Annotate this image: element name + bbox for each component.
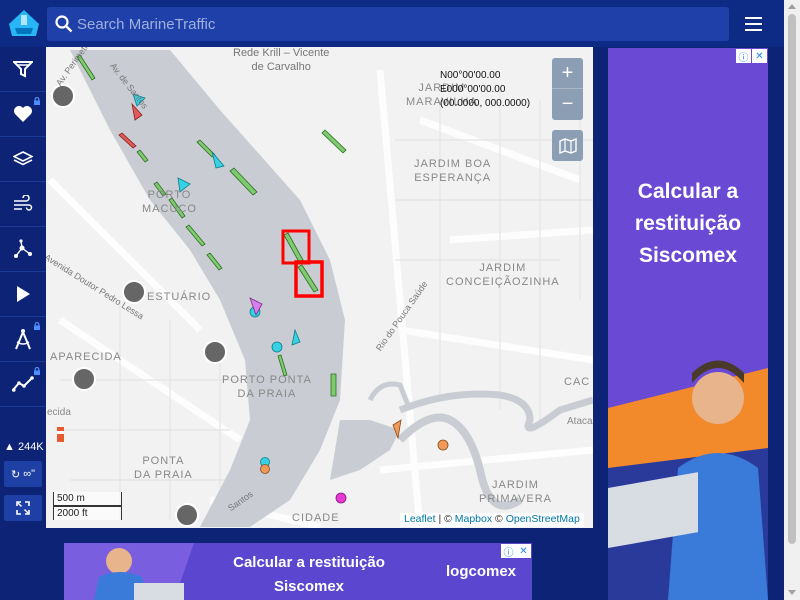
district-label-line: JARDIM: [479, 262, 527, 274]
mapbox-link[interactable]: Mapbox: [455, 513, 492, 525]
district-label: CAC: [564, 376, 591, 388]
playback-button[interactable]: [0, 272, 46, 317]
shop-poi-icon[interactable]: [175, 503, 199, 527]
measure-button[interactable]: [0, 317, 46, 362]
filter-icon: [13, 61, 33, 78]
layers-icon: [13, 151, 33, 166]
district-label: JARDIM PRIMAVERA: [479, 478, 552, 506]
leaflet-link[interactable]: Leaflet: [404, 513, 436, 525]
search-input[interactable]: [77, 7, 717, 41]
place-label: Ataca: [567, 416, 593, 427]
scroll-up-arrow-icon[interactable]: [788, 4, 796, 9]
scale-metric: 500 m: [53, 492, 122, 506]
ad-background-art: [608, 48, 768, 600]
bottom-advertisement[interactable]: Calcular a restituição Siscomex logcomex…: [64, 543, 532, 600]
place-label-line: de Carvalho: [251, 61, 311, 73]
top-bar: [0, 0, 784, 47]
ad-close-icon[interactable]: ✕: [516, 544, 531, 558]
latitude-text: N00°00'00.00: [440, 70, 501, 81]
openstreetmap-link[interactable]: OpenStreetMap: [506, 513, 580, 525]
longitude-text: E000°00'00.00: [440, 84, 506, 95]
refresh-rate-button[interactable]: ↻ ∞": [4, 461, 42, 487]
place-label-line: Rede Krill – Vicente: [233, 47, 330, 59]
zoom-out-button[interactable]: −: [552, 89, 583, 119]
heart-icon: [14, 106, 32, 122]
weather-button[interactable]: [0, 182, 46, 227]
ad-headline: Calcular a restituição Siscomex: [634, 180, 742, 267]
scrollbar-thumb[interactable]: [788, 14, 796, 544]
district-label: ESTUÁRIO: [147, 291, 212, 303]
page-scrollbar[interactable]: [784, 0, 800, 600]
ad-brand-logo: logcomex: [446, 563, 517, 580]
museum-poi-icon[interactable]: [51, 84, 75, 108]
scroll-down-arrow-icon[interactable]: [788, 590, 796, 595]
wind-icon: [14, 195, 33, 211]
monument-poi-icon[interactable]: [72, 367, 96, 391]
search-icon: [55, 15, 73, 33]
refresh-label: ∞": [23, 468, 36, 480]
scale-bar: 500 m 2000 ft: [53, 492, 122, 520]
district-label-line: CONCEIÇÃOZINHA: [446, 276, 560, 288]
left-sidebar: ▲ 244K ↻ ∞": [0, 47, 46, 530]
district-label-line: PORTO: [147, 189, 192, 201]
chart-line-icon: [12, 376, 34, 392]
district-label-line: JARDIM BOA: [414, 158, 492, 170]
vessel-counter: ▲ 244K: [4, 441, 44, 455]
attribution-separator: | ©: [435, 513, 455, 525]
refresh-icon: ↻: [10, 468, 24, 481]
compass-icon: [15, 329, 31, 350]
fullscreen-button[interactable]: [4, 495, 42, 521]
map-type-button[interactable]: [552, 130, 583, 161]
attribution-separator: ©: [492, 513, 506, 525]
place-label: ecida: [47, 407, 71, 418]
gear-poi-icon[interactable]: [203, 340, 227, 364]
layers-button[interactable]: [0, 137, 46, 182]
district-label: PORTO PONTA DA PRAIA: [222, 373, 312, 401]
district-label: JARDIM CONCEIÇÃOZINHA: [446, 261, 560, 289]
filter-button[interactable]: [0, 47, 46, 92]
district-label: PORTO MACUCO: [142, 188, 197, 216]
district-label-line: ESPERANÇA: [414, 172, 492, 184]
district-label: APARECIDA: [50, 351, 122, 363]
map-attribution: Leaflet | © Mapbox © OpenStreetMap: [400, 513, 584, 527]
ad-headline: Calcular a restituição Siscomex: [233, 554, 385, 595]
analytics-button[interactable]: [0, 362, 46, 407]
search-bar[interactable]: [47, 7, 729, 41]
zoom-in-button[interactable]: +: [552, 58, 583, 89]
ad-close-icon[interactable]: ✕: [752, 49, 767, 63]
coordinates-readout: N00°00'00.00 E000°00'00.00 (00.0000, 000…: [440, 69, 530, 111]
hamburger-menu-button[interactable]: [736, 8, 770, 40]
lock-icon: [34, 322, 40, 330]
lock-icon: [34, 367, 40, 375]
place-label: Rede Krill – Vicente de Carvalho: [233, 47, 329, 74]
district-label-line: DA PRAIA: [237, 388, 297, 400]
district-label-line: DA PRAIA: [134, 469, 193, 481]
lock-icon: [34, 97, 40, 105]
scale-imperial: 2000 ft: [53, 506, 122, 520]
network-icon: [14, 239, 32, 258]
district-label: CIDADE: [292, 512, 340, 524]
favorites-button[interactable]: [0, 92, 46, 137]
zoom-controls: + −: [552, 58, 583, 120]
right-advertisement[interactable]: Calcular a restituição Siscomex ⓘ ✕: [608, 48, 768, 600]
district-label-line: JARDIM: [492, 479, 539, 491]
district-label-line: MACUCO: [142, 203, 197, 215]
district-label-line: PONTA: [142, 455, 185, 467]
routes-button[interactable]: [0, 227, 46, 272]
map-icon: [558, 137, 577, 154]
district-label: JARDIM BOA ESPERANÇA: [414, 157, 491, 185]
expand-icon: [16, 501, 30, 515]
play-icon: [17, 286, 30, 302]
district-label-line: PRIMAVERA: [479, 493, 552, 505]
district-label: PONTA DA PRAIA: [134, 454, 193, 482]
ad-info-icon[interactable]: ⓘ: [736, 49, 751, 64]
ad-info-icon[interactable]: ⓘ: [501, 544, 516, 559]
vessel-count: 244K: [17, 441, 44, 453]
district-label-line: PORTO PONTA: [222, 374, 312, 386]
ship-icon: ▲: [4, 441, 15, 453]
decimal-coords-text: (00.0000, 000.0000): [440, 98, 531, 109]
map-canvas[interactable]: Rede Krill – Vicente de Carvalho JARDIM M…: [46, 47, 593, 528]
marinetraffic-logo-icon[interactable]: [6, 6, 42, 42]
